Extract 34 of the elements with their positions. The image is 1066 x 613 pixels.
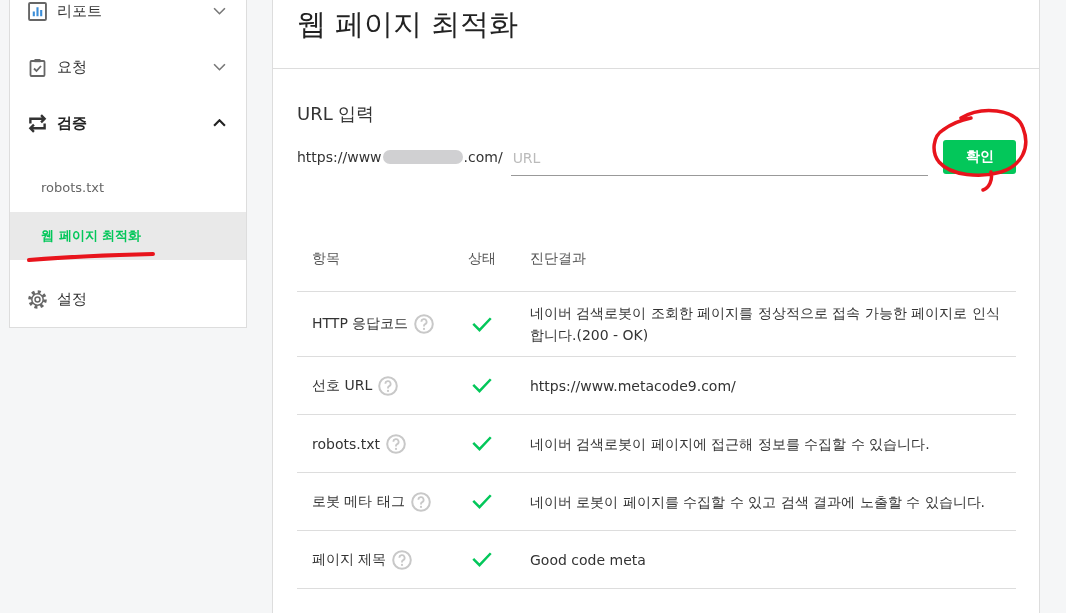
url-suffix: .com/ <box>463 149 503 165</box>
item-name: HTTP 응답코드 <box>312 315 409 333</box>
bar-chart-icon <box>28 1 47 21</box>
clipboard-check-icon <box>28 57 47 77</box>
page-title: 웹 페이지 최적화 <box>297 5 519 43</box>
chevron-down-icon[interactable] <box>213 7 226 15</box>
chevron-up-icon[interactable] <box>213 119 226 127</box>
column-header: 상태 <box>466 249 497 268</box>
item-name: robots.txt <box>312 435 380 452</box>
column-header: 항목 <box>311 249 341 268</box>
help-icon[interactable] <box>378 375 399 396</box>
item-name: 선호 URL <box>312 376 373 395</box>
nav-item[interactable]: 요청 <box>10 39 246 95</box>
chevron-down-icon[interactable] <box>213 63 226 71</box>
help-icon[interactable] <box>410 491 431 512</box>
nav-subitem[interactable]: robots.txt <box>10 164 246 212</box>
column-header: 진단결과 <box>529 249 587 268</box>
result-text: Good code meta <box>530 550 646 570</box>
result-text: https://www.metacode9.com/ <box>530 376 736 396</box>
result-text: 네이버 검색로봇이 조회한 페이지를 정상적으로 접속 가능한 페이지로 인식합니다.(200 - OK) <box>530 304 1001 345</box>
url-prefix: https://www <box>297 149 382 165</box>
result-text: 네이버 검색로봇이 페이지에 접근해 정보를 수집할 수 있습니다. <box>530 434 930 454</box>
item-name: 로봇 메타 태그 <box>312 492 405 511</box>
settings-icon <box>28 289 47 309</box>
help-icon[interactable] <box>385 433 406 454</box>
nav-item[interactable]: 리포트 <box>10 0 246 39</box>
url-label: URL 입력 <box>297 102 376 126</box>
help-icon[interactable] <box>414 314 435 334</box>
help-icon[interactable] <box>392 549 413 570</box>
item-name: 페이지 제목 <box>312 550 387 569</box>
nav-item[interactable]: 설정 <box>10 271 246 327</box>
swap-arrows-icon <box>28 113 47 133</box>
result-text: 네이버 로봇이 페이지를 수집할 수 있고 검색 결과에 노출할 수 있습니다. <box>530 492 985 512</box>
nav-item[interactable]: 검증 <box>10 95 246 151</box>
